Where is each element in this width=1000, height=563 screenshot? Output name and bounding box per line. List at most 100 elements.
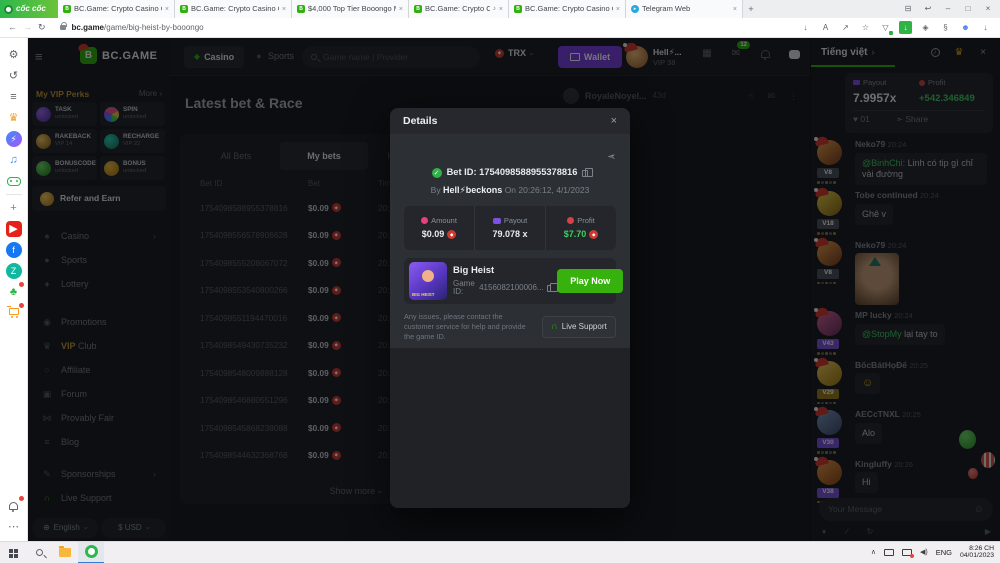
add-shortcut-icon[interactable]: + bbox=[6, 200, 22, 216]
file-explorer-button[interactable] bbox=[52, 542, 78, 563]
bet-author-name[interactable]: Hell⚡beckons bbox=[443, 185, 502, 195]
history-icon[interactable]: ↺ bbox=[6, 68, 22, 84]
network-monitor-icon[interactable] bbox=[883, 549, 894, 556]
game-thumbnail[interactable]: BIG HEIST bbox=[409, 262, 447, 300]
shopping-cart-icon[interactable] bbox=[6, 303, 24, 321]
profit-icon bbox=[567, 217, 575, 224]
search-icon bbox=[35, 549, 43, 556]
tab-close-icon[interactable]: × bbox=[616, 6, 620, 13]
bcgame-favicon-icon: B bbox=[414, 5, 422, 13]
extension-a-icon[interactable]: ◈ bbox=[919, 21, 932, 34]
browser-tab-strip: cốc cốc B BC.Game: Crypto Casino Gam × B… bbox=[0, 0, 1000, 18]
stat-amount: Amount $0.09 bbox=[404, 206, 475, 250]
cococ-brand: cốc cốc bbox=[0, 0, 58, 18]
play-now-button[interactable]: Play Now bbox=[557, 269, 624, 293]
game-card: BIG HEIST Big Heist Game ID: 41560821000… bbox=[404, 258, 624, 304]
translate-icon[interactable]: A bbox=[819, 21, 832, 34]
browser-tab[interactable]: B BC.Game: Crypto Casino Gam × bbox=[509, 0, 626, 18]
game-id-line: Game ID: 4156082100006... bbox=[453, 280, 557, 296]
adblock-shield-icon[interactable]: ▽ bbox=[879, 21, 893, 35]
live-support-button[interactable]: ∩ Live Support bbox=[542, 315, 616, 338]
bcgame-favicon-icon: B bbox=[297, 5, 305, 13]
settings-icon[interactable]: ⚙ bbox=[6, 47, 22, 63]
download-manager-icon[interactable]: ↓ bbox=[899, 21, 912, 34]
bet-author-line: By Hell⚡beckons On 20:26:12, 4/1/2023 bbox=[430, 185, 590, 195]
copy-icon[interactable] bbox=[546, 282, 557, 292]
modal-title: Details bbox=[403, 114, 438, 127]
cococ-taskbar-button[interactable] bbox=[78, 541, 104, 563]
folder-icon bbox=[59, 546, 71, 557]
display-alert-icon[interactable] bbox=[901, 549, 914, 558]
share-icon[interactable]: ↗ bbox=[839, 21, 852, 34]
copy-icon[interactable] bbox=[582, 167, 594, 177]
taskbar-search-button[interactable] bbox=[26, 542, 52, 563]
profile-icon[interactable]: ☻ bbox=[959, 21, 972, 34]
facebook-icon[interactable]: f bbox=[5, 242, 22, 258]
extension-b-icon[interactable]: § bbox=[939, 21, 952, 34]
tab-audio-icon: ♪ bbox=[492, 6, 496, 12]
bcgame-favicon-icon: B bbox=[63, 5, 71, 13]
back-icon[interactable]: ← bbox=[8, 23, 17, 32]
cococ-media-icon[interactable]: ♫ bbox=[6, 152, 22, 168]
youtube-icon[interactable]: ▶ bbox=[5, 221, 22, 237]
browser-tab[interactable]: ▸ Telegram Web × bbox=[626, 0, 743, 18]
share-arrow-icon[interactable]: ➣ bbox=[607, 151, 616, 163]
new-tab-button[interactable]: + bbox=[743, 0, 759, 18]
system-clock[interactable]: 8:26 CH 04/01/2023 bbox=[960, 545, 994, 560]
vip-crown-icon[interactable]: ♛ bbox=[6, 110, 22, 126]
cococ-logo-icon bbox=[84, 545, 98, 558]
tab-close-icon[interactable]: × bbox=[499, 6, 503, 13]
browser-tab[interactable]: B $4,000 Top Tier Booongo Mu × bbox=[292, 0, 409, 18]
cococ-logo-icon bbox=[4, 4, 13, 14]
messenger-icon[interactable]: ⚡ bbox=[5, 131, 22, 147]
bookmark-star-icon[interactable]: ☆ bbox=[859, 21, 872, 34]
support-note: Any issues, please contact the customer … bbox=[404, 312, 526, 341]
minimize-button[interactable]: – bbox=[940, 5, 956, 13]
recent-tabs-icon[interactable]: ↩ bbox=[920, 5, 936, 13]
modal-body: ➣ ✓ Bet ID: 1754098588955378816 By Hell⚡… bbox=[390, 134, 630, 348]
rewards-plant-icon[interactable]: ♣ bbox=[6, 282, 24, 300]
reload-icon[interactable]: ↻ bbox=[38, 23, 46, 32]
divider bbox=[5, 194, 22, 195]
close-button[interactable]: × bbox=[980, 5, 996, 13]
volume-icon[interactable]: ◀) bbox=[920, 549, 928, 556]
maximize-button[interactable]: □ bbox=[960, 5, 976, 13]
trx-coin-icon bbox=[589, 230, 599, 240]
save-page-icon[interactable]: ↓ bbox=[799, 21, 812, 34]
cococ-brand-name: cốc cốc bbox=[16, 4, 46, 13]
start-button[interactable] bbox=[0, 542, 26, 563]
hidden-icons-chevron[interactable]: ∧ bbox=[871, 549, 876, 556]
forward-icon[interactable]: → bbox=[23, 23, 32, 32]
notifications-bell-icon[interactable] bbox=[6, 496, 24, 514]
reading-list-icon[interactable]: ≡ bbox=[6, 89, 22, 105]
payout-icon bbox=[492, 217, 501, 224]
tab-close-icon[interactable]: × bbox=[399, 6, 403, 13]
cococ-side-rail: ⚙ ↺ ≡ ♛ ⚡ ♫ + ▶ f Z ♣ ⋯ bbox=[0, 38, 28, 541]
browser-tab[interactable]: B BC.Game: Crypto Casino Gam × bbox=[175, 0, 292, 18]
windows-logo-icon bbox=[9, 548, 13, 553]
modal-header: Details × bbox=[390, 108, 630, 134]
trx-coin-icon bbox=[447, 230, 457, 240]
amount-icon bbox=[421, 217, 429, 224]
browser-tab[interactable]: B BC.Game: Crypto Casino ♪ × bbox=[409, 0, 509, 18]
games-icon[interactable] bbox=[6, 173, 22, 189]
verified-check-icon: ✓ bbox=[431, 168, 442, 178]
zalo-icon[interactable]: Z bbox=[5, 263, 22, 279]
tab-preview-icon[interactable]: ⊟ bbox=[900, 5, 916, 13]
keyboard-language[interactable]: ENG bbox=[936, 549, 952, 557]
padlock-icon[interactable] bbox=[59, 22, 67, 30]
toolbar-icons: ↓ A ↗ ☆ ▽ ↓ ◈ § ☻ ↓ bbox=[799, 21, 992, 35]
url-text[interactable]: bc.game/game/big-heist-by-booongo bbox=[72, 23, 204, 32]
address-bar: ← → ↻ bc.game/game/big-heist-by-booongo … bbox=[0, 18, 1000, 38]
bcgame-favicon-icon: B bbox=[514, 5, 522, 13]
screen: cốc cốc B BC.Game: Crypto Casino Gam × B… bbox=[0, 0, 1000, 563]
tab-close-icon[interactable]: × bbox=[165, 6, 169, 13]
modal-close-icon[interactable]: × bbox=[611, 115, 617, 127]
downloads-tray-icon[interactable]: ↓ bbox=[979, 21, 992, 34]
stat-profit: Profit $7.70 bbox=[546, 206, 616, 250]
browser-tab[interactable]: B BC.Game: Crypto Casino Gam × bbox=[58, 0, 175, 18]
bet-details-modal: Details × ➣ ✓ Bet ID: 175409858895537881… bbox=[390, 108, 630, 508]
tab-close-icon[interactable]: × bbox=[733, 6, 737, 13]
tab-close-icon[interactable]: × bbox=[282, 6, 286, 13]
more-options-icon[interactable]: ⋯ bbox=[6, 519, 22, 535]
